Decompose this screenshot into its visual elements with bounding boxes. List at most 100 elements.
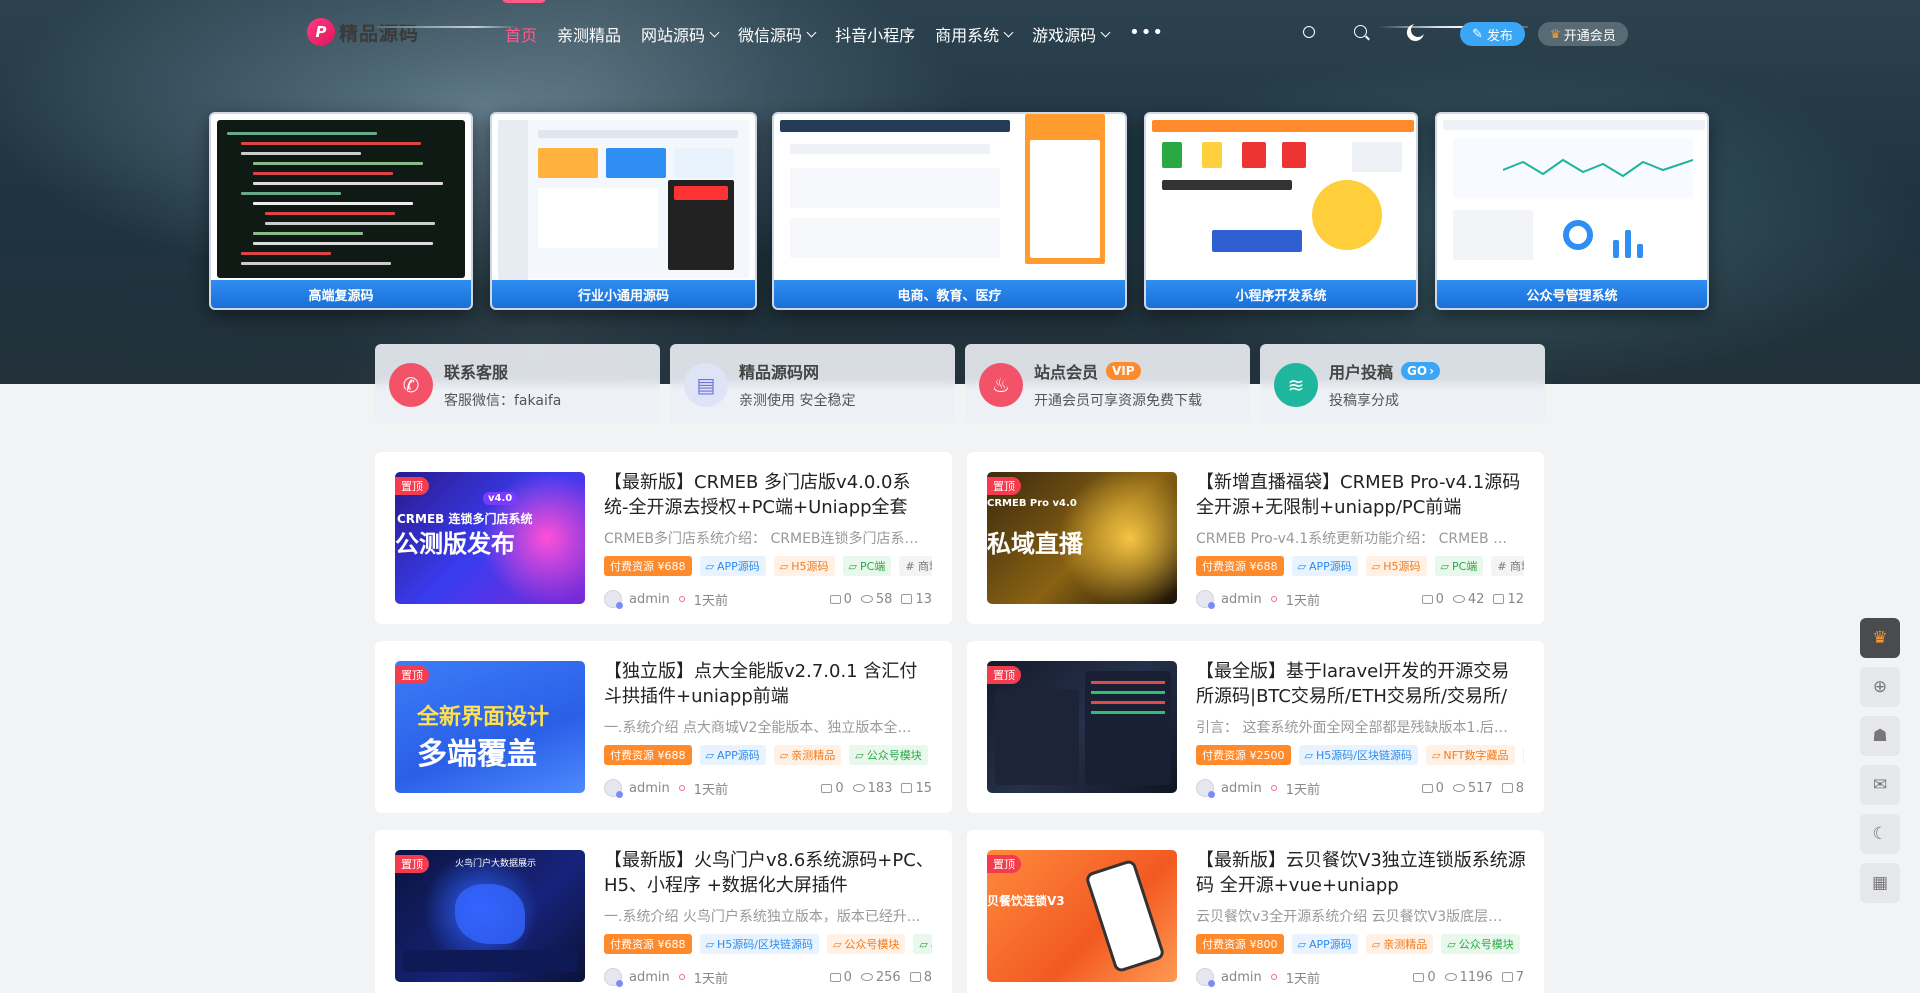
showcase-card-2[interactable]: 电商、教育、医疗 [772, 112, 1127, 310]
nav-item-website-source[interactable]: 网站源码 [641, 22, 720, 46]
nav-item-game-source[interactable]: 游戏源码 [1032, 22, 1111, 46]
post-tag[interactable]: # 商城 [899, 556, 932, 576]
post-author[interactable]: admin [1221, 592, 1262, 607]
post-title[interactable]: 【最全版】基于laravel开发的开源交易所源码|BTC交易所/ETH交易所/交… [1196, 659, 1526, 709]
post-tag[interactable]: 付费资源 ¥688 [604, 745, 692, 765]
post-tag[interactable]: 付费资源 ¥800 [1196, 934, 1284, 954]
site-logo[interactable]: P 精品源码 [307, 18, 517, 46]
post-tag[interactable]: # 商城 [1491, 556, 1524, 576]
post-tag[interactable]: ▱ 公众号模块 [826, 934, 906, 954]
showcase-card-4[interactable]: 公众号管理系统 [1435, 112, 1709, 310]
crown-icon[interactable]: ♛ [1860, 618, 1900, 658]
publish-button[interactable]: ✎ 发布 [1460, 22, 1525, 46]
post-tag[interactable]: ▱ 亲测精品 [773, 745, 842, 765]
feature-site-vip[interactable]: ♨ 站点会员 VIP 开通会员可享资源免费下载 [965, 344, 1250, 424]
post-author[interactable]: admin [1221, 781, 1262, 796]
post-card[interactable]: 火鸟门户大数据展示 置顶 【最新版】火鸟门户v8.6系统源码+PC、H5、小程序… [375, 830, 952, 993]
post-title[interactable]: 【新增直播福袋】CRMEB Pro-v4.1源码全开源+无限制+uniapp/P… [1196, 470, 1526, 520]
feature-subtitle: 客服微信：fakaifa [444, 393, 562, 409]
post-tag[interactable]: ▱ APP源码 [699, 556, 766, 576]
post-tag-text: APP源码 [1308, 560, 1352, 573]
avatar[interactable] [604, 590, 623, 609]
open-vip-button[interactable]: ♛ 开通会员 [1538, 22, 1628, 46]
showcase-card-3[interactable]: 小程序开发系统 [1144, 112, 1418, 310]
post-thumbnail[interactable]: CRMEB Pro v4.0 私域直播 置顶 [987, 472, 1177, 604]
showcase-card-1[interactable]: 行业小通用源码 [490, 112, 757, 310]
post-thumbnail[interactable]: CRMEB 连锁多门店系统 公测版发布 v4.0 置顶 [395, 472, 585, 604]
nav-item-home[interactable]: 首页 [501, 0, 547, 46]
nav-item-commercial[interactable]: 商用系统 [935, 22, 1014, 46]
showcase-screen [780, 114, 1119, 278]
post-tag[interactable]: ▱ H5源码 [1365, 556, 1427, 576]
comment-icon [1421, 783, 1433, 793]
post-card[interactable]: CRMEB Pro v4.0 私域直播 置顶 【新增直播福袋】CRMEB Pro… [967, 452, 1544, 624]
nav-item-wechat-source[interactable]: 微信源码 [738, 22, 817, 46]
qq-icon[interactable]: ☗ [1860, 716, 1900, 756]
post-tag[interactable]: ▱ H5源码 [773, 556, 835, 576]
post-title[interactable]: 【最新版】CRMEB 多门店版v4.0.0系统-全开源去授权+PC端+Uniap… [604, 470, 934, 520]
post-tag[interactable]: 付费资源 ¥2500 [1196, 745, 1291, 765]
post-title[interactable]: 【最新版】火鸟门户v8.6系统源码+PC、H5、小程序 +数据化大屏插件 [604, 848, 934, 898]
post-title[interactable]: 【独立版】点大全能版v2.7.0.1 含汇付斗拱插件+uniapp前端 [604, 659, 934, 709]
post-tags: 付费资源 ¥688 ▱H5源码/区块链源码 ▱公众号模块 ▱小 [604, 934, 932, 954]
post-tag[interactable]: ▱ 亲测精品 [1365, 934, 1434, 954]
folder-icon: ▱ [848, 559, 857, 573]
post-tag[interactable]: 付费资源 ¥688 [1196, 556, 1284, 576]
post-thumbnail[interactable]: 火鸟门户大数据展示 置顶 [395, 850, 585, 982]
avatar[interactable] [604, 968, 623, 987]
post-title[interactable]: 【最新版】云贝餐饮V3独立连锁版系统源码 全开源+vue+uniapp [1196, 848, 1526, 898]
post-author[interactable]: admin [1221, 970, 1262, 985]
wechat-icon[interactable]: ✉ [1860, 765, 1900, 805]
post-tag[interactable]: ▱ APP源码 [699, 745, 766, 765]
folder-icon: ▱ [1371, 559, 1381, 573]
avatar[interactable] [1196, 968, 1215, 987]
post-tag[interactable]: ▱ H5源码/区块链源码 [699, 934, 819, 954]
post-tag[interactable]: ▱小 [913, 934, 932, 954]
post-tag-text: NFT数字藏品 [1443, 749, 1509, 762]
post-author[interactable]: admin [629, 781, 670, 796]
avatar[interactable] [604, 779, 623, 798]
bulb-icon[interactable] [1303, 26, 1315, 38]
qrcode-icon[interactable]: ▦ [1860, 863, 1900, 903]
post-tag[interactable]: ▱ NFT数字藏品 [1425, 745, 1515, 765]
post-tag[interactable]: ▱ 公众号模块 [1441, 934, 1520, 954]
post-card[interactable]: 全新界面设计 多端覆盖 置顶 【独立版】点大全能版v2.7.0.1 含汇付斗拱插… [375, 641, 952, 813]
comment-icon [1413, 972, 1425, 982]
feature-contact-service[interactable]: ✆ 联系客服 客服微信：fakaifa [375, 344, 660, 424]
thumbs-up-icon [1501, 783, 1513, 793]
nav-item-tested[interactable]: 亲测精品 [557, 22, 621, 46]
feature-user-submit[interactable]: ≋ 用户投稿 GO › 投稿享分成 [1260, 344, 1545, 424]
post-tag[interactable]: 付费资源 ¥688 [604, 934, 692, 954]
avatar[interactable] [1196, 779, 1215, 798]
pinned-badge: 置顶 [395, 666, 429, 684]
post-thumbnail[interactable]: 贝餐饮连锁V3 置顶 [987, 850, 1177, 982]
folder-icon: ▱ [1431, 748, 1441, 762]
post-card[interactable]: 贝餐饮连锁V3 置顶 【最新版】云贝餐饮V3独立连锁版系统源码 全开源+vue+… [967, 830, 1544, 993]
post-tag[interactable]: 付费资源 ¥688 [604, 556, 692, 576]
post-tag[interactable]: ▱ APP源码 [1291, 556, 1358, 576]
moon-icon[interactable] [1410, 22, 1426, 38]
post-tag[interactable]: ▱ 公众号模块 [849, 745, 928, 765]
post-tag[interactable]: ▱ APP源码 [1291, 934, 1358, 954]
view-count-value: 1196 [1459, 969, 1493, 985]
post-author[interactable]: admin [629, 970, 670, 985]
plus-icon[interactable]: ⊕ [1860, 667, 1900, 707]
feature-site-brand[interactable]: ▤ 精品源码网 亲测使用 安全稳定 [670, 344, 955, 424]
post-tag[interactable]: ▱ PC端 [842, 556, 892, 576]
showcase-card-0[interactable]: 高端复源码 [209, 112, 473, 310]
moon-icon[interactable]: ☾ [1860, 814, 1900, 854]
post-card[interactable]: CRMEB 连锁多门店系统 公测版发布 v4.0 置顶 【最新版】CRMEB 多… [375, 452, 952, 624]
nav-item-douyin[interactable]: 抖音小程序 [835, 22, 915, 46]
post-thumbnail[interactable]: 置顶 [987, 661, 1177, 793]
post-thumbnail[interactable]: 全新界面设计 多端覆盖 置顶 [395, 661, 585, 793]
more-menu-button[interactable]: ••• [1129, 22, 1164, 43]
post-tag[interactable]: ▱ H5源码/区块链源码 [1298, 745, 1418, 765]
post-card[interactable]: 置顶 【最全版】基于laravel开发的开源交易所源码|BTC交易所/ETH交易… [967, 641, 1544, 813]
search-icon[interactable] [1354, 25, 1367, 38]
view-count: 42 [1452, 592, 1484, 607]
post-stats: 0 183 15 [812, 781, 932, 796]
post-tag[interactable]: ▱ PC端 [1434, 556, 1484, 576]
avatar[interactable] [1196, 590, 1215, 609]
post-tag[interactable]: ▱D [1522, 745, 1524, 765]
post-author[interactable]: admin [629, 592, 670, 607]
